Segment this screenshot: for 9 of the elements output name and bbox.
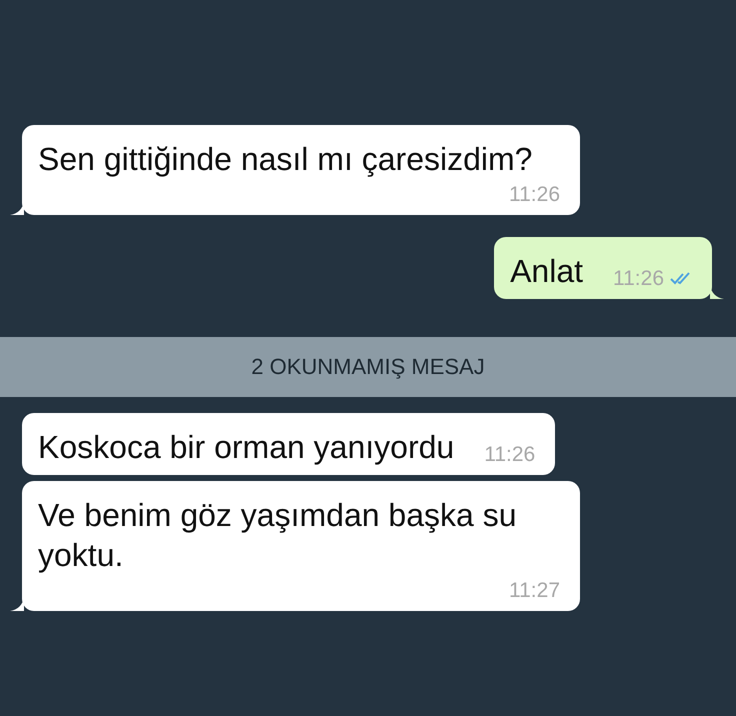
message-text: Ve benim göz yaşımdan başka su yoktu. bbox=[38, 496, 518, 575]
message-text: Sen gittiğinde nasıl mı çaresizdim? bbox=[38, 140, 532, 179]
message-time: 11:26 bbox=[484, 443, 536, 467]
unread-count-label: 2 OKUNMAMIŞ MESAJ bbox=[251, 354, 485, 380]
message-time: 11:27 bbox=[509, 579, 560, 603]
message-text: Anlat bbox=[510, 252, 583, 291]
message-text: Koskoca bir orman yanıyordu bbox=[38, 428, 454, 467]
message-time: 11:26 bbox=[613, 267, 664, 291]
message-time: 11:26 bbox=[509, 183, 560, 207]
